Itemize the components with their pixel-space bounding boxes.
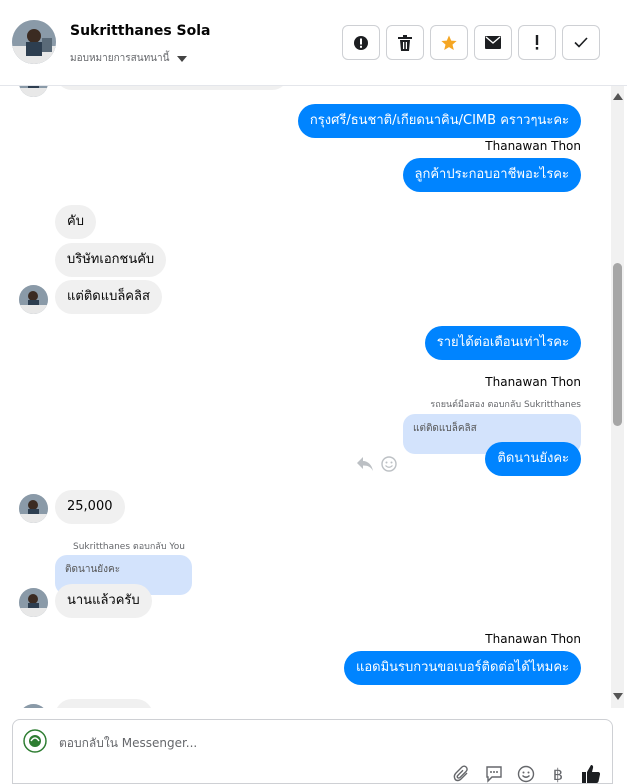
page-logo-icon <box>23 729 47 753</box>
message-incoming: 25,000 <box>55 490 125 524</box>
alert-circle-icon <box>354 35 368 50</box>
reply-input[interactable]: ตอบกลับใน Messenger... <box>59 734 197 753</box>
message-outgoing: ลูกค้าประกอบอาชีพอะไรคะ <box>402 158 581 192</box>
sender-name: Thanawan Thon <box>485 375 581 389</box>
reply-context: รถยนต์มือสอง ตอบกลับ Sukritthanes <box>430 400 581 410</box>
contact-avatar-small <box>19 588 48 617</box>
message-incoming: บริษัทเอกชนคับ <box>55 243 167 277</box>
message-incoming-partial <box>55 86 289 90</box>
reply-context: Sukritthanes ตอบกลับ You <box>73 542 185 552</box>
message-incoming: นานแล้วครับ <box>55 584 152 618</box>
reply-composer[interactable]: ตอบกลับใน Messenger... ฿ <box>12 719 613 784</box>
envelope-icon <box>485 36 501 49</box>
message-hover-actions <box>357 456 397 472</box>
check-icon <box>574 37 588 48</box>
flag-important-button[interactable] <box>518 25 556 60</box>
contact-avatar-small <box>19 86 48 97</box>
message-incoming: แต่ติดแบล็คลิส <box>55 280 162 314</box>
baht-icon[interactable]: ฿ <box>549 765 567 784</box>
assign-conversation-dropdown[interactable]: มอบหมายการสนทนานี้ <box>70 51 188 66</box>
scroll-up-arrow-icon[interactable] <box>613 93 623 100</box>
emoji-react-icon[interactable] <box>381 456 397 472</box>
trash-icon <box>398 34 412 51</box>
contact-name[interactable]: Sukritthanes Sola <box>70 23 210 39</box>
message-incoming: คับ <box>55 205 96 239</box>
message-outgoing: รายได้ต่อเดือนเท่าไรคะ <box>424 326 581 360</box>
delete-button[interactable] <box>386 25 424 60</box>
conversation-header: Sukritthanes Sola มอบหมายการสนทนานี้ <box>0 0 627 86</box>
message-outgoing: แอดมินรบกวนขอเบอร์ติดต่อได้ไหมคะ <box>343 651 581 685</box>
scroll-down-arrow-icon[interactable] <box>613 693 623 700</box>
message-incoming-partial <box>55 699 153 708</box>
exclamation-icon <box>535 35 539 50</box>
report-button[interactable] <box>342 25 380 60</box>
sender-name: Thanawan Thon <box>485 139 581 153</box>
scrollbar-thumb[interactable] <box>613 263 622 426</box>
message-outgoing: กรุงศรี/ธนชาติ/เกียดนาคิน/CIMB คราวๆนะคะ <box>297 104 581 138</box>
reply-icon[interactable] <box>357 457 373 471</box>
mark-done-button[interactable] <box>562 25 600 60</box>
star-button[interactable] <box>430 25 468 60</box>
composer-tools: ฿ <box>453 764 601 784</box>
mark-unread-button[interactable] <box>474 25 512 60</box>
paperclip-icon[interactable] <box>453 765 471 783</box>
chat-bubble-icon[interactable] <box>485 765 503 783</box>
contact-avatar-small <box>19 704 48 708</box>
contact-avatar[interactable] <box>12 20 56 64</box>
star-icon <box>441 35 457 50</box>
contact-avatar-small <box>19 285 48 314</box>
message-thread[interactable]: กรุงศรี/ธนชาติ/เกียดนาคิน/CIMB คราวๆนะคะ… <box>0 86 611 708</box>
contact-avatar-small <box>19 494 48 523</box>
sender-name: Thanawan Thon <box>485 632 581 646</box>
conversation-actions <box>342 25 600 60</box>
assign-label: มอบหมายการสนทนานี้ <box>70 53 170 64</box>
thumbs-up-icon[interactable] <box>581 764 601 784</box>
message-outgoing: ติดนานยังคะ <box>485 442 581 476</box>
caret-down-icon <box>177 55 188 62</box>
emoji-icon[interactable] <box>517 765 535 783</box>
